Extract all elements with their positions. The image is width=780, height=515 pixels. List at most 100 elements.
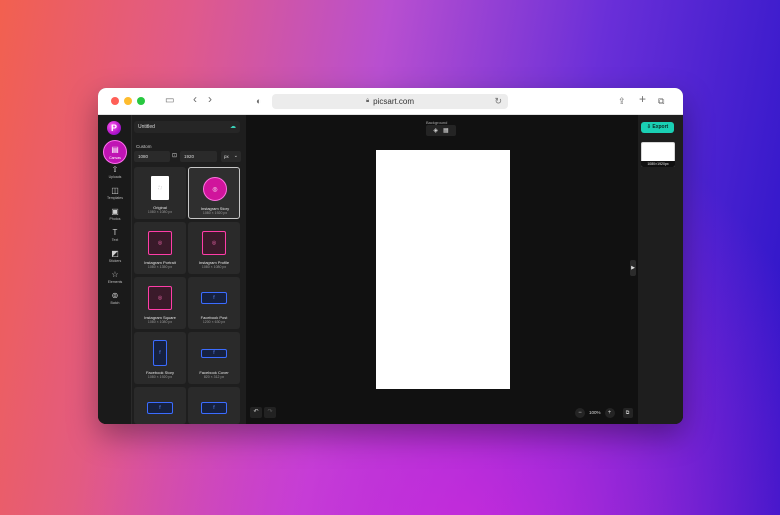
color-drop-icon[interactable]: ◈ (433, 127, 438, 134)
zoom-window-button[interactable] (137, 97, 145, 105)
picsart-logo[interactable]: P (107, 121, 121, 135)
preset-thumbnail: f (188, 284, 240, 312)
window-controls (111, 97, 145, 105)
upload-icon: ⇧ (111, 165, 119, 174)
nav-item-elements[interactable]: ☆ Elements (98, 270, 132, 284)
nav-item-stickers[interactable]: ◩ Stickers (98, 249, 132, 263)
canvas-workspace: Background ◈ ▦ ↶ ↷ − 100% + ⧉ (246, 115, 638, 424)
instagram-icon: ◎ (203, 177, 227, 201)
preset-thumbnail: f (134, 339, 186, 367)
preset-thumbnail: ◎ (188, 229, 240, 257)
unit-select[interactable]: px ⌄ (221, 151, 241, 162)
preset-thumbnail: ◎ (189, 175, 241, 203)
privacy-shield-icon[interactable]: ◐ (256, 95, 261, 107)
left-nav: P ▤ Canvas ⇧ Uploads ◫ Templates ▣ Photo… (98, 115, 132, 424)
facebook-icon: f (153, 340, 167, 366)
nav-item-uploads[interactable]: ⇧ Uploads (98, 165, 132, 179)
nav-item-label: Elements (107, 280, 123, 284)
minimize-window-button[interactable] (124, 97, 132, 105)
lock-ratio-icon[interactable]: ⊡ (172, 152, 177, 159)
sidebar-toggle-icon[interactable]: ▭ (165, 95, 174, 107)
reload-icon[interactable]: ↻ (494, 96, 502, 107)
zoom-in-icon[interactable]: + (604, 407, 615, 418)
instagram-icon: ◎ (148, 231, 172, 255)
nav-item-text[interactable]: T Text (98, 228, 132, 242)
height-input[interactable]: 1920 (180, 151, 217, 162)
image-placeholder-icon: ⛶ (151, 176, 169, 200)
undo-icon[interactable]: ↶ (250, 407, 262, 418)
facebook-icon: f (147, 402, 173, 414)
facebook-icon: f (201, 402, 227, 414)
preset-dims: 1080 × 1920 px (147, 375, 173, 379)
close-window-button[interactable] (111, 97, 119, 105)
nav-item-templates[interactable]: ◫ Templates (98, 186, 132, 200)
preset-facebook-more[interactable]: f (134, 387, 186, 424)
browser-window: ▭ ‹ › ◐ 🔒︎ picsart.com ↻ ⇪ + ⧉ P ▤ Canva… (98, 88, 683, 424)
redo-icon[interactable]: ↷ (264, 407, 276, 418)
nav-item-label: Batch (110, 301, 120, 305)
preset-dims: 1200 × 630 px (202, 320, 226, 324)
facebook-icon: f (201, 292, 227, 304)
preset-dims: 1080 × 1080 px (147, 210, 173, 214)
preset-dims: 1080 × 1080 px (201, 265, 227, 269)
nav-item-canvas[interactable]: ▤ Canvas (103, 140, 127, 164)
preset-facebook-post[interactable]: f Facebook Post 1200 × 630 px (188, 277, 240, 329)
forward-icon[interactable]: › (208, 93, 212, 105)
width-input[interactable]: 1080 (134, 151, 170, 162)
preset-facebook-more[interactable]: f (188, 387, 240, 424)
tabs-overview-icon[interactable]: ⧉ (658, 95, 664, 107)
preset-original[interactable]: ⛶ Original 1080 × 1080 px (134, 167, 186, 219)
export-button[interactable]: ⇩ Export (641, 122, 674, 133)
preset-facebook-story[interactable]: f Facebook Story 1080 × 1920 px (134, 332, 186, 384)
project-title-field[interactable]: Untitled ☁ (134, 121, 240, 133)
nav-item-batch[interactable]: ⊚ Batch (98, 291, 132, 305)
cloud-saved-icon[interactable]: ☁ (230, 121, 236, 133)
chevron-down-icon: ⌄ (233, 153, 238, 159)
preset-dims: 1080 × 1080 px (147, 320, 173, 324)
photos-icon: ▣ (111, 207, 119, 216)
preset-thumbnail: f (134, 394, 186, 422)
browser-toolbar: ▭ ‹ › ◐ 🔒︎ picsart.com ↻ ⇪ + ⧉ (98, 88, 683, 115)
preset-dims: 1080 × 1920 px (202, 211, 228, 215)
nav-item-label: Uploads (108, 175, 122, 179)
instagram-icon: ◎ (202, 231, 226, 255)
nav-item-label: Text (111, 238, 119, 242)
preset-thumbnail: ◎ (134, 229, 186, 257)
background-controls: ◈ ▦ (426, 125, 456, 136)
facebook-icon: f (201, 348, 227, 358)
share-icon[interactable]: ⇪ (618, 95, 626, 107)
pages-panel: ⇩ Export 1080×1920px (638, 115, 683, 424)
stickers-icon: ◩ (111, 249, 119, 258)
preset-thumbnail: ◎ (134, 284, 186, 312)
page-size-label: 1080×1920px (641, 161, 675, 167)
plus-icon[interactable]: + (639, 93, 646, 105)
preset-facebook-cover[interactable]: f Facebook Cover 820 × 312 px (188, 332, 240, 384)
zoom-out-icon[interactable]: − (575, 407, 585, 418)
preset-instagram-profile[interactable]: ◎ Instagram Profile 1080 × 1080 px (188, 222, 240, 274)
nav-item-label: Stickers (108, 259, 122, 263)
preset-instagram-story[interactable]: ◎ Instagram Story 1080 × 1920 px (188, 167, 240, 219)
lock-icon: 🔒︎ (365, 98, 370, 104)
back-icon[interactable]: ‹ (193, 93, 197, 105)
batch-icon: ⊚ (111, 291, 119, 300)
elements-icon: ☆ (111, 270, 119, 279)
preset-thumbnail: f (188, 394, 240, 422)
instagram-icon: ◎ (148, 286, 172, 310)
preset-dims: 820 × 312 px (203, 375, 225, 379)
collapse-right-panel-button[interactable]: ▶ (630, 260, 636, 276)
artboard[interactable] (376, 150, 510, 389)
preset-dims: 1080 × 1350 px (147, 265, 173, 269)
nav-item-label: Templates (107, 196, 123, 200)
address-bar[interactable]: 🔒︎ picsart.com ↻ (272, 94, 508, 109)
zoom-level[interactable]: 100% (589, 410, 601, 415)
nav-item-photos[interactable]: ▣ Photos (98, 207, 132, 221)
preset-instagram-square[interactable]: ◎ Instagram Square 1080 × 1080 px (134, 277, 186, 329)
layers-icon[interactable]: ⧉ (622, 407, 633, 418)
text-icon: T (112, 228, 118, 237)
canvas-icon: ▤ (111, 145, 119, 154)
preset-thumbnail: f (188, 339, 240, 367)
preset-instagram-portrait[interactable]: ◎ Instagram Portrait 1080 × 1350 px (134, 222, 186, 274)
zoom-controls: − 100% + ⧉ (575, 407, 633, 418)
background-image-icon[interactable]: ▦ (443, 127, 449, 134)
nav-item-label: Canvas (109, 156, 121, 160)
